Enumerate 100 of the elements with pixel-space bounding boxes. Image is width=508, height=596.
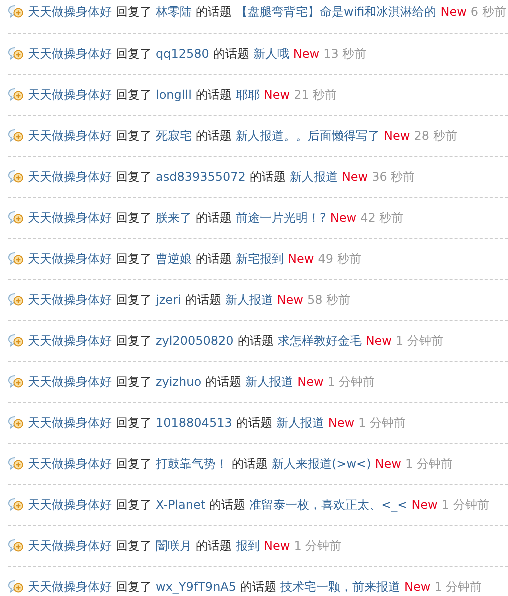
- author-link[interactable]: 曹逆娘: [156, 251, 192, 267]
- topic-link[interactable]: 新人哦: [253, 46, 290, 62]
- reply-icon: [8, 539, 24, 553]
- connector-text: 的话题: [206, 374, 242, 390]
- user-link[interactable]: 天天做操身体好: [28, 538, 112, 554]
- time-text: 13 秒前: [324, 46, 367, 62]
- action-text: 回复了: [116, 251, 152, 267]
- connector-text: 的话题: [238, 333, 274, 349]
- author-link[interactable]: jzeri: [156, 292, 182, 308]
- author-link[interactable]: 闇咲月: [156, 538, 192, 554]
- author-link[interactable]: qq12580: [156, 46, 210, 62]
- time-text: 1 分钟前: [405, 456, 453, 472]
- user-link[interactable]: 天天做操身体好: [28, 251, 112, 267]
- reply-icon: [8, 580, 24, 594]
- new-label: New: [264, 87, 290, 103]
- reply-icon: [8, 416, 24, 430]
- reply-icon: [8, 457, 24, 471]
- connector-text: 的话题: [196, 210, 232, 226]
- reply-icon: [8, 47, 24, 61]
- connector-text: 的话题: [196, 128, 232, 144]
- action-text: 回复了: [116, 4, 152, 20]
- action-text: 回复了: [116, 497, 152, 513]
- reply-icon: [8, 293, 24, 307]
- new-label: New: [375, 456, 402, 472]
- new-label: New: [293, 46, 320, 62]
- new-label: New: [366, 333, 392, 349]
- new-label: New: [330, 210, 357, 226]
- time-text: 1 分钟前: [328, 374, 376, 390]
- new-label: New: [412, 497, 438, 513]
- reply-icon: [8, 498, 24, 512]
- topic-link[interactable]: 耶耶: [236, 87, 260, 103]
- reply-icon: [8, 375, 24, 389]
- connector-text: 的话题: [236, 415, 272, 431]
- user-link[interactable]: 天天做操身体好: [28, 210, 112, 226]
- time-text: 28 秒前: [414, 128, 458, 144]
- user-link[interactable]: 天天做操身体好: [28, 128, 112, 144]
- user-link[interactable]: 天天做操身体好: [28, 333, 112, 349]
- connector-text: 的话题: [213, 46, 250, 62]
- time-text: 6 秒前: [470, 4, 506, 20]
- reply-icon: [8, 88, 24, 102]
- connector-text: 的话题: [196, 538, 232, 554]
- new-label: New: [298, 374, 324, 390]
- connector-text: 的话题: [185, 292, 222, 308]
- topic-link[interactable]: 报到: [236, 538, 260, 554]
- action-text: 回复了: [116, 415, 152, 431]
- user-link[interactable]: 天天做操身体好: [28, 292, 112, 308]
- time-text: 1 分钟前: [434, 579, 482, 595]
- topic-link[interactable]: 新人报道。。后面懒得写了: [236, 128, 380, 144]
- author-link[interactable]: zyl20050820: [156, 333, 234, 349]
- author-link[interactable]: wx_Y9fT9nA5: [156, 579, 237, 595]
- author-link[interactable]: zyizhuo: [156, 374, 202, 390]
- reply-icon: [8, 334, 24, 348]
- reply-icon: [8, 129, 24, 143]
- author-link[interactable]: 朕来了: [156, 210, 192, 226]
- new-label: New: [277, 292, 304, 308]
- action-text: 回复了: [116, 210, 152, 226]
- topic-link[interactable]: 新宅报到: [236, 251, 284, 267]
- time-text: 49 秒前: [318, 251, 362, 267]
- user-link[interactable]: 天天做操身体好: [28, 87, 112, 103]
- time-text: 36 秒前: [372, 169, 416, 185]
- author-link[interactable]: 打鼓靠气势！: [156, 456, 228, 472]
- user-link[interactable]: 天天做操身体好: [28, 415, 112, 431]
- user-link[interactable]: 天天做操身体好: [28, 46, 112, 62]
- author-link[interactable]: 1018804513: [156, 415, 232, 431]
- action-text: 回复了: [116, 87, 152, 103]
- topic-link[interactable]: 新人报道: [276, 415, 324, 431]
- topic-link[interactable]: 新人报道: [290, 169, 338, 185]
- action-text: 回复了: [116, 333, 152, 349]
- connector-text: 的话题: [196, 4, 232, 20]
- topic-link[interactable]: 新人报道: [225, 292, 274, 308]
- action-text: 回复了: [116, 579, 152, 595]
- connector-text: 的话题: [250, 169, 286, 185]
- user-link[interactable]: 天天做操身体好: [28, 456, 112, 472]
- topic-link[interactable]: 前途一片光明！?: [236, 210, 326, 226]
- topic-link[interactable]: 技术宅一颗，前来报道: [280, 579, 401, 595]
- author-link[interactable]: longlll: [156, 87, 192, 103]
- user-link[interactable]: 天天做操身体好: [28, 4, 112, 20]
- user-link[interactable]: 天天做操身体好: [28, 374, 112, 390]
- user-link[interactable]: 天天做操身体好: [28, 169, 112, 185]
- author-link[interactable]: 林零陆: [156, 4, 192, 20]
- author-link[interactable]: asd839355072: [156, 169, 246, 185]
- topic-link[interactable]: 新人来报道(>w<): [272, 456, 372, 472]
- new-label: New: [342, 169, 368, 185]
- reply-icon: [8, 170, 24, 184]
- user-link[interactable]: 天天做操身体好: [28, 497, 112, 513]
- author-link[interactable]: 死寂宅: [156, 128, 192, 144]
- time-text: 58 秒前: [307, 292, 351, 308]
- action-text: 回复了: [116, 292, 152, 308]
- new-label: New: [288, 251, 314, 267]
- topic-link[interactable]: 准留泰一枚，喜欢正太、<_<: [250, 497, 408, 513]
- connector-text: 的话题: [240, 579, 277, 595]
- topic-link[interactable]: 【盘腿弯背宅】命是wifi和冰淇淋给的: [236, 4, 437, 20]
- action-text: 回复了: [116, 456, 152, 472]
- topic-link[interactable]: 求怎样教好金毛: [278, 333, 362, 349]
- time-text: 1 分钟前: [294, 538, 342, 554]
- topic-link[interactable]: 新人报道: [246, 374, 294, 390]
- reply-icon: [8, 211, 24, 225]
- user-link[interactable]: 天天做操身体好: [28, 579, 112, 595]
- new-label: New: [264, 538, 290, 554]
- author-link[interactable]: X-Planet: [156, 497, 206, 513]
